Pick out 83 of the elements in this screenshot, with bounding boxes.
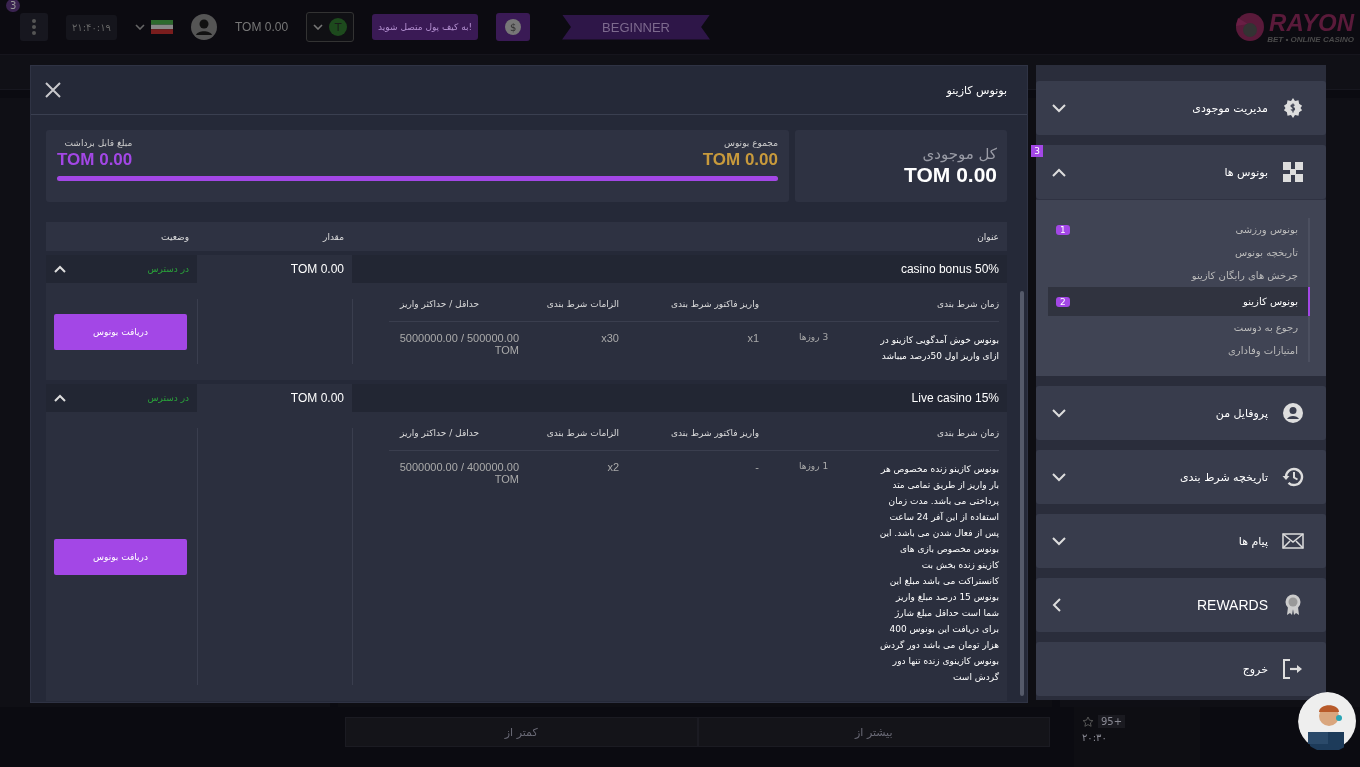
submenu-item[interactable]: چرخش های رایگان کازینو bbox=[1048, 264, 1308, 287]
submenu-item[interactable]: امتیازات وفاداری bbox=[1048, 339, 1308, 362]
odds-button[interactable]: کمتر از bbox=[345, 717, 698, 747]
menu-item[interactable]: تاریخچه شرط بندی bbox=[1036, 450, 1326, 504]
chevron-icon bbox=[1052, 408, 1066, 418]
close-icon bbox=[45, 82, 61, 98]
detail-header: الزامات شرط بندی bbox=[545, 299, 620, 311]
menu-item[interactable]: مدیریت موجودی bbox=[1036, 81, 1326, 135]
wager-requirement: x2 bbox=[606, 461, 620, 475]
wager-requirement: x30 bbox=[600, 332, 620, 346]
bonus-amount: TOM 0.00 bbox=[197, 384, 352, 412]
detail-header: حداقل / حداکثر واریز bbox=[398, 299, 480, 311]
collapse-toggle[interactable] bbox=[54, 265, 66, 273]
gear-dollar-icon bbox=[1282, 97, 1304, 119]
logo-title: RAYON bbox=[1269, 10, 1354, 35]
envelope-icon bbox=[1282, 533, 1304, 549]
menu-item[interactable]: پیام ها bbox=[1036, 514, 1326, 568]
flag-icon bbox=[150, 20, 173, 34]
close-button[interactable] bbox=[45, 82, 61, 98]
deposit-limits: 5000000.00 / 500000.00 TOM bbox=[398, 332, 519, 358]
menu-icon bbox=[32, 19, 36, 35]
withdraw-label: مبلغ قابل برداشت bbox=[63, 138, 133, 148]
column-header: مقدار bbox=[321, 231, 345, 242]
detail-header: زمان شرط بندی bbox=[935, 428, 999, 440]
dialog-title: بونوس کازینو bbox=[946, 83, 1007, 97]
bonus-description: بونوس خوش آمدگویی کازینو در ازای واریز اول 50درصد میباشد bbox=[879, 334, 999, 363]
bonus-value: TOM 0.00 bbox=[702, 150, 778, 170]
bonus-description: بونوس کازینو زنده مخصوص هر بار واریز از طریق تمامی متد پرداختی می باشد. مدت زمان استفاده از این آفر 24 ساعت پس از فعال شدن می باشد. این بونوس مخصوص بازی های کازینو زنده بخش بت کانستراکت می باشد مبلغ این بونوس 15 درصد مبلغ واریز شما است حداقل مبلغ شارژ برای دریافت این بونوس 400 هزار تومان می باشد دور گردش بونوس کازینوی زنده تنها دور گردش است bbox=[879, 463, 999, 684]
detail-header: حداقل / حداکثر واریز bbox=[398, 428, 480, 440]
deposit-factor: - bbox=[754, 461, 760, 475]
deposit-factor: x1 bbox=[746, 332, 760, 346]
clock-time: ۲۱:۴۰:۱۹ bbox=[66, 14, 117, 40]
bonus-status: در دسترس bbox=[147, 264, 189, 274]
deposit-limits: 5000000.00 / 400000.00 TOM bbox=[398, 461, 519, 487]
market-count: 95+ bbox=[1098, 715, 1126, 728]
column-header: وضعیت bbox=[160, 231, 190, 242]
gift-icon bbox=[1282, 161, 1304, 183]
avatar-icon[interactable] bbox=[190, 14, 217, 40]
wager-time: 3 روزها bbox=[799, 332, 829, 344]
bonus-status: در دسترس bbox=[147, 393, 189, 403]
collapse-toggle[interactable] bbox=[54, 394, 66, 402]
chevron-icon bbox=[1052, 167, 1066, 177]
medal-icon bbox=[1284, 594, 1302, 616]
detail-header: زمان شرط بندی bbox=[935, 299, 999, 311]
column-header: عنوان bbox=[976, 231, 1000, 242]
menu-item[interactable]: پروفایل من bbox=[1036, 386, 1326, 440]
bonus-label: مجموع بونوس bbox=[723, 138, 778, 148]
claim-bonus-button[interactable]: دریافت بونوس bbox=[54, 538, 187, 575]
user-icon bbox=[1282, 402, 1304, 424]
chevron-icon bbox=[1052, 536, 1066, 546]
chevron-icon bbox=[1052, 598, 1061, 612]
withdraw-value: TOM 0.00 bbox=[57, 150, 133, 170]
detail-header: واریز فاکتور شرط بندی bbox=[669, 428, 760, 440]
language-selector[interactable] bbox=[134, 20, 173, 34]
balance-amount: TOM 0.00 bbox=[234, 20, 289, 34]
odds-button[interactable]: بیشتر از bbox=[697, 717, 1050, 747]
detail-header: الزامات شرط بندی bbox=[545, 428, 620, 440]
wager-time: 1 روزها bbox=[799, 461, 829, 473]
support-avatar[interactable] bbox=[1298, 692, 1358, 752]
connect-wallet-button[interactable]: به کیف پول متصل شوید! bbox=[372, 14, 479, 40]
match-time: ۲۰:۳۰ bbox=[1082, 732, 1108, 743]
chevron-icon bbox=[1052, 472, 1066, 482]
chevron-icon bbox=[1052, 103, 1066, 113]
total-value: TOM 0.00 bbox=[904, 163, 997, 187]
bonus-amount: TOM 0.00 bbox=[197, 255, 352, 283]
star-icon[interactable] bbox=[1082, 715, 1094, 728]
count-badge: 3 bbox=[1031, 145, 1043, 157]
notification-badge: 3 bbox=[6, 0, 21, 12]
chevron-icon bbox=[313, 24, 324, 30]
history-icon bbox=[1282, 466, 1304, 488]
logo-subtitle: BET • ONLINE CASINO bbox=[1267, 34, 1354, 44]
menu-item[interactable]: خروج bbox=[1036, 642, 1326, 696]
currency-button[interactable]: $ bbox=[496, 13, 531, 41]
scrollbar[interactable] bbox=[1020, 291, 1024, 696]
menu-item[interactable]: REWARDS bbox=[1036, 578, 1326, 632]
level-ribbon: BEGINNER bbox=[562, 14, 710, 40]
total-label: کل موجودی bbox=[922, 145, 997, 163]
logout-icon bbox=[1282, 659, 1304, 679]
submenu-item[interactable]: تاریخچه بونوس bbox=[1048, 241, 1308, 264]
chevron-icon bbox=[134, 24, 145, 30]
detail-header: واریز فاکتور شرط بندی bbox=[669, 299, 760, 311]
submenu-item[interactable]: رجوع به دوست bbox=[1048, 316, 1308, 339]
claim-bonus-button[interactable]: دریافت بونوس bbox=[54, 313, 187, 350]
